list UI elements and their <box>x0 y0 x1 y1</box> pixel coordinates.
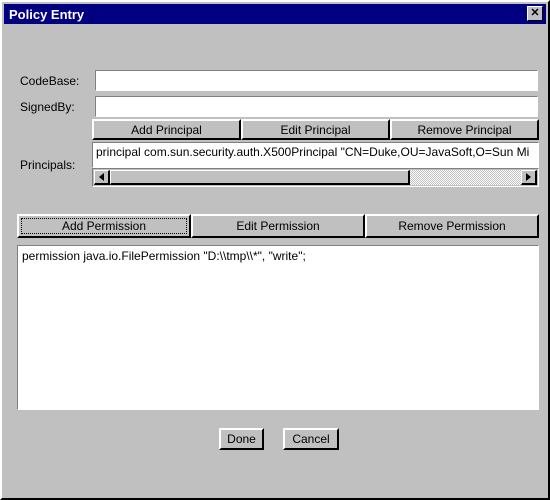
signedby-label: SignedBy: <box>20 100 75 114</box>
close-icon[interactable]: ✕ <box>527 6 543 21</box>
scroll-right-arrow-icon[interactable] <box>521 170 537 185</box>
titlebar: Policy Entry ✕ <box>4 4 546 24</box>
cancel-button[interactable]: Cancel <box>283 428 339 450</box>
edit-permission-button[interactable]: Edit Permission <box>191 214 365 238</box>
list-item[interactable]: permission java.io.FilePermission "D:\\t… <box>18 246 538 264</box>
add-permission-button[interactable]: Add Permission <box>17 214 191 238</box>
codebase-label: CodeBase: <box>20 74 80 88</box>
client-area: CodeBase: SignedBy: Add Principal Edit P… <box>4 24 546 496</box>
done-button[interactable]: Done <box>219 428 264 450</box>
scrollbar-thumb[interactable] <box>110 170 411 185</box>
list-item[interactable]: principal com.sun.security.auth.X500Prin… <box>93 143 538 160</box>
permissions-listbox[interactable]: permission java.io.FilePermission "D:\\t… <box>17 245 539 410</box>
scroll-left-arrow-icon[interactable] <box>94 170 110 185</box>
window-title: Policy Entry <box>9 6 85 22</box>
policy-entry-window: Policy Entry ✕ CodeBase: SignedBy: Add P… <box>0 0 550 500</box>
principals-listbox[interactable]: principal com.sun.security.auth.X500Prin… <box>92 142 539 168</box>
remove-principal-button[interactable]: Remove Principal <box>390 119 539 140</box>
add-permission-label: Add Permission <box>61 219 147 233</box>
remove-permission-button[interactable]: Remove Permission <box>365 214 539 238</box>
signedby-input[interactable] <box>95 96 538 117</box>
principals-label: Principals: <box>20 158 76 172</box>
add-principal-button[interactable]: Add Principal <box>92 119 241 140</box>
principals-hscrollbar[interactable] <box>92 168 539 187</box>
edit-principal-button[interactable]: Edit Principal <box>241 119 390 140</box>
scrollbar-track[interactable] <box>110 170 521 185</box>
codebase-input[interactable] <box>95 70 538 91</box>
